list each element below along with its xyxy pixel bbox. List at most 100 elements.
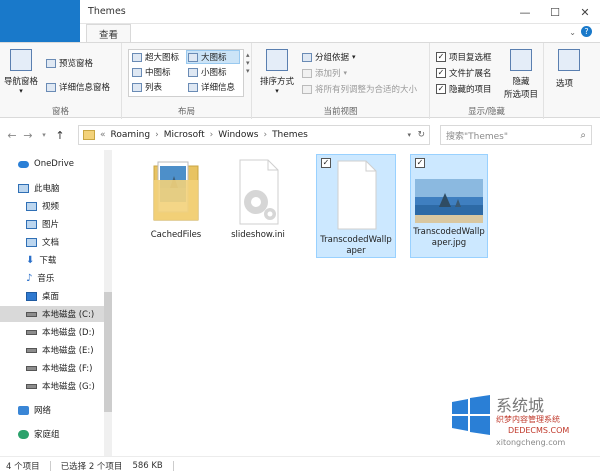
layout-details[interactable]: 详细信息 (188, 81, 235, 93)
gallery-scroll-icon[interactable]: ▴ ▾ ▾ (246, 51, 250, 75)
address-bar[interactable]: « Roaming › Microsoft › Windows › Themes… (78, 125, 430, 145)
group-options: 选项 (544, 43, 600, 119)
layout-large-icons[interactable]: 大图标 (188, 51, 227, 63)
sidebar-item-videos[interactable]: 视频 (26, 198, 59, 214)
sidebar-item-drive-c[interactable]: 本地磁盘 (C:) (0, 306, 106, 322)
sidebar-item-this-pc[interactable]: 此电脑 (18, 180, 60, 196)
options-button[interactable]: 选项 (556, 77, 573, 89)
file-list: CachedFiles slideshow.ini ✓ TranscodedWa… (114, 150, 600, 456)
nav-pane-label: 导航窗格 (4, 77, 39, 87)
sidebar-item-network[interactable]: 网络 (18, 402, 51, 418)
tab-view[interactable]: 查看 (86, 24, 132, 42)
add-column-button[interactable]: 添加列 ▾ (302, 67, 347, 79)
layout-label: 小图标 (201, 68, 227, 78)
item-checkboxes-toggle[interactable]: ✓ 项目复选框 (436, 51, 492, 63)
sidebar-item-desktop[interactable]: 桌面 (26, 288, 59, 304)
ribbon-collapse-icon[interactable]: ⌄ (569, 28, 576, 37)
tab-file[interactable]: 文件 (0, 0, 80, 42)
documents-icon (26, 237, 37, 247)
details-pane-button[interactable]: 详细信息窗格 (46, 81, 110, 93)
search-input[interactable]: 搜索"Themes" ⌕ (440, 125, 592, 145)
hide-selected-button[interactable]: 隐藏 所选项目 (504, 75, 538, 100)
sidebar-item-documents[interactable]: 文档 (26, 234, 59, 250)
options-label: 选项 (556, 79, 574, 89)
group-label: 布局 (177, 107, 195, 117)
medium-icons-icon (132, 67, 142, 77)
breadcrumb-microsoft[interactable]: Microsoft (164, 130, 205, 140)
group-label: 当前视图 (323, 107, 358, 117)
sidebar-item-pictures[interactable]: 图片 (26, 216, 59, 232)
sidebar-item-drive-g[interactable]: 本地磁盘 (G:) (26, 378, 95, 394)
chevron-right-icon[interactable]: › (210, 130, 214, 140)
sidebar-item-drive-f[interactable]: 本地磁盘 (F:) (26, 360, 92, 376)
preview-pane-button[interactable]: 预览窗格 (46, 57, 93, 69)
sort-by-button[interactable]: 排序方式 ▾ (260, 75, 294, 95)
file-item[interactable]: slideshow.ini (218, 158, 298, 262)
sidebar-item-onedrive[interactable]: OneDrive (18, 156, 74, 172)
minimize-button[interactable]: — (510, 0, 540, 24)
hide-selected-icon (510, 49, 532, 71)
image-thumbnail (415, 179, 483, 223)
watermark-text: 织梦内容管理系统 (496, 415, 560, 424)
close-button[interactable]: ✕ (570, 0, 600, 24)
windows-logo-icon (452, 395, 490, 435)
sidebar-item-label: 桌面 (42, 292, 60, 302)
file-item[interactable]: ✓ TranscodedWallpaper (316, 154, 396, 258)
sidebar-item-drive-e[interactable]: 本地磁盘 (E:) (26, 342, 94, 358)
scrollbar-thumb[interactable] (104, 292, 112, 412)
size-columns-button[interactable]: 将所有列调整为合适的大小 (302, 83, 417, 95)
watermark-brand: 系统城 (496, 396, 545, 415)
sidebar-item-downloads[interactable]: ⬇ 下载 (26, 252, 56, 268)
back-icon[interactable]: ← (4, 129, 20, 142)
chevron-right-icon[interactable]: › (263, 130, 267, 140)
list-icon (132, 82, 142, 92)
watermark: 系统城 织梦内容管理系统 DEDECMS.COM xitongcheng.com (446, 390, 598, 454)
layout-extra-large-icons[interactable]: 超大图标 (132, 51, 179, 63)
group-by-label: 分组依据 (315, 53, 350, 63)
sidebar-item-homegroup[interactable]: 家庭组 (18, 426, 60, 442)
group-current-view: 排序方式 ▾ 分组依据 ▾ 添加列 ▾ 将所有列调整为合适的大小 当前视图 (252, 43, 430, 119)
selected-size: 586 KB (132, 461, 163, 471)
file-item[interactable]: ✓ TranscodedWallpaper.jpg (410, 154, 488, 258)
selected-count: 已选择 2 个项目 (60, 462, 123, 472)
drive-icon (26, 329, 37, 335)
maximize-button[interactable]: ☐ (540, 0, 570, 24)
checkbox-checked-icon[interactable]: ✓ (321, 158, 331, 168)
up-icon[interactable]: ↑ (52, 129, 68, 142)
preview-pane-label: 预览窗格 (59, 59, 94, 69)
search-placeholder: 搜索"Themes" (446, 131, 509, 142)
item-count: 4 个项目 (6, 462, 40, 472)
file-item[interactable]: CachedFiles (136, 158, 216, 262)
sidebar-item-label: 网络 (34, 406, 52, 416)
layout-medium-icons[interactable]: 中图标 (132, 66, 171, 78)
file-extensions-toggle[interactable]: ✓ 文件扩展名 (436, 67, 492, 79)
overflow-chevron[interactable]: « (100, 130, 106, 140)
folder-icon (83, 130, 95, 140)
group-by-button[interactable]: 分组依据 ▾ (302, 51, 356, 63)
sidebar-item-music[interactable]: ♪ 音乐 (26, 270, 54, 286)
breadcrumb-roaming[interactable]: Roaming (111, 130, 151, 140)
add-column-icon (302, 68, 312, 78)
nav-pane-button[interactable]: 导航窗格 ▾ (4, 75, 38, 95)
recent-locations-icon[interactable]: ▾ (36, 131, 52, 139)
checkbox-checked-icon: ✓ (436, 68, 446, 78)
breadcrumb-themes[interactable]: Themes (272, 130, 308, 140)
window-controls: — ☐ ✕ (510, 0, 600, 24)
drive-icon (26, 365, 37, 371)
layout-small-icons[interactable]: 小图标 (188, 66, 227, 78)
homegroup-icon (18, 429, 29, 439)
search-icon: ⌕ (580, 129, 586, 141)
hidden-items-toggle[interactable]: ✓ 隐藏的项目 (436, 83, 492, 95)
dropdown-icon: ▾ (19, 87, 23, 95)
refresh-icon[interactable]: ↻ (417, 130, 425, 140)
chevron-right-icon[interactable]: › (155, 130, 159, 140)
navigation-pane-icon (10, 49, 32, 71)
layout-list[interactable]: 列表 (132, 81, 162, 93)
breadcrumb-windows[interactable]: Windows (218, 130, 258, 140)
help-icon[interactable]: ? (581, 26, 592, 37)
checkbox-checked-icon[interactable]: ✓ (415, 158, 425, 168)
address-dropdown-icon[interactable]: ▾ (407, 131, 411, 139)
sidebar-item-drive-d[interactable]: 本地磁盘 (D:) (26, 324, 95, 340)
forward-icon[interactable]: → (20, 129, 36, 142)
blank-file-icon (337, 160, 377, 230)
